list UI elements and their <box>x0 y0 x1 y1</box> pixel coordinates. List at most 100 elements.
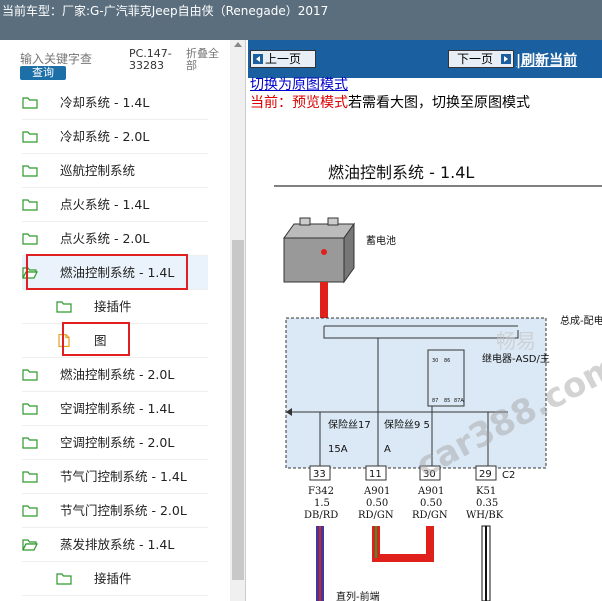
battery-label: 蓄电池 <box>366 234 396 247</box>
tree-item-label: 空调控制系统 - 2.0L <box>60 435 175 450</box>
pc-code: PC.147-33283 <box>129 47 172 72</box>
scroll-up-icon[interactable] <box>234 42 242 47</box>
tree-item[interactable]: 空调控制系统 - 1.4L <box>22 392 208 426</box>
tree-item-label: 冷却系统 - 2.0L <box>60 129 150 144</box>
wire-3-size: 0.50 <box>420 498 442 509</box>
tree-item-label: 节气门控制系统 - 2.0L <box>60 503 187 518</box>
pin-33-label: 33 <box>313 469 326 480</box>
tree-item-label: 巡航控制系统 <box>60 163 136 178</box>
tree-item-label: 点火系统 - 2.0L <box>60 231 150 246</box>
folder-icon <box>22 97 38 109</box>
tree-item[interactable]: 接插件 <box>22 562 208 596</box>
wire-2-color: RD/GN <box>358 510 394 521</box>
relay-pin-87a: 87A <box>454 398 464 404</box>
header-bar: 当前车型：厂家:G-广汽菲克Jeep自由侠（Renegade）2017 <box>0 0 602 40</box>
tree-item[interactable]: 冷却系统 - 2.0L <box>22 120 208 154</box>
highlight-box <box>62 322 130 356</box>
watermark-brand: 畅易 <box>496 329 536 353</box>
wire-3-color: RD/GN <box>412 510 448 521</box>
tree-item-label: 点火系统 - 1.4L <box>60 197 150 212</box>
wire-1-color: DB/RD <box>304 510 338 521</box>
wire-4-size: 0.35 <box>476 498 498 509</box>
tree-item[interactable]: 空调控制系统 - 2.0L <box>22 426 208 460</box>
folder-icon <box>22 199 38 211</box>
folder-icon <box>22 165 38 177</box>
next-page-button[interactable]: 下一页 <box>448 50 514 68</box>
wire-4-color: WH/BK <box>466 510 504 521</box>
arrow-left-icon <box>253 54 263 64</box>
tree-item[interactable]: 蒸发排放系统 - 1.4L <box>22 528 208 562</box>
pin-11-label: 11 <box>369 469 382 480</box>
tree-item[interactable]: 点火系统 - 1.4L <box>22 188 208 222</box>
wire-3-id: A901 <box>417 486 444 497</box>
vehicle-name: 厂家:G-广汽菲克Jeep自由侠（Renegade）2017 <box>62 4 329 18</box>
next-page-label: 下一页 <box>457 52 494 66</box>
highlight-box <box>26 254 188 290</box>
tree-item[interactable]: 巡航控制系统 <box>22 154 208 188</box>
module-label: 总成-配电 <box>560 314 602 327</box>
bottom-label: 直列-前端 <box>336 590 380 601</box>
search-input[interactable] <box>20 52 120 66</box>
wire-1-id: F342 <box>308 486 334 497</box>
fuse-17-amp: 15A <box>328 444 348 455</box>
wire-1-size: 1.5 <box>314 498 330 509</box>
wiring-diagram[interactable]: 燃油控制系统 - 1.4L 蓄电池 总成-配电 86 30 85 87 87A … <box>248 116 602 601</box>
folder-icon <box>22 437 38 449</box>
tree-item-label: 接插件 <box>94 571 132 586</box>
refresh-link[interactable]: |刷新当前 <box>516 50 577 70</box>
prev-page-label: 上一页 <box>265 52 302 66</box>
switch-original-link[interactable]: 切换为原图模式 <box>250 74 348 94</box>
folder-icon <box>22 403 38 415</box>
mode-suffix: 若需看大图，切换至原图模式 <box>348 95 530 111</box>
viewer: 上一页 下一页 |刷新当前 切换为原图模式 当前：预览模式若需看大图，切换至原图… <box>248 40 602 601</box>
tree-item[interactable]: 燃油控制系统 - 2.0L <box>22 358 208 392</box>
wire-2-size: 0.50 <box>366 498 388 509</box>
folder-icon <box>22 131 38 143</box>
tree-item-label: 接插件 <box>94 299 132 314</box>
folder-icon <box>22 471 38 483</box>
viewer-toolbar: 上一页 下一页 |刷新当前 <box>248 40 602 78</box>
tree-item[interactable]: 冷却系统 - 1.4L <box>22 86 208 120</box>
battery-icon <box>283 217 355 284</box>
fuse-9-label: 保险丝9 5 <box>384 418 430 431</box>
mode-prefix: 当前：预览模式 <box>250 95 348 111</box>
vehicle-prefix: 当前车型： <box>2 4 63 18</box>
tree-item[interactable]: 接插件 <box>22 290 208 324</box>
query-button[interactable]: 查询 <box>20 66 66 80</box>
tree-item[interactable]: 点火系统 - 2.0L <box>22 222 208 256</box>
relay-pin-86: 86 <box>444 358 450 364</box>
wire-a901-bridge <box>372 554 434 562</box>
relay-label: 继电器-ASD/主 <box>482 352 550 365</box>
connector-label: C2 <box>502 470 515 481</box>
battery-wire <box>320 282 328 318</box>
tree-item-label: 冷却系统 - 1.4L <box>60 95 150 110</box>
relay-pin-85: 85 <box>444 398 450 404</box>
folder-open-icon <box>22 539 38 551</box>
fuse-17-label: 保险丝17 <box>328 418 371 431</box>
tree-item-label: 蒸发排放系统 - 1.4L <box>60 537 175 552</box>
pin-29-label: 29 <box>479 469 492 480</box>
folder-icon <box>22 369 38 381</box>
relay-pin-30: 30 <box>432 358 438 364</box>
relay-pin-87: 87 <box>432 398 438 404</box>
collapse-all-link[interactable]: 折叠全部 <box>186 48 228 72</box>
diagram-title: 燃油控制系统 - 1.4L <box>328 163 474 182</box>
scroll-thumb[interactable] <box>232 240 244 580</box>
wire-4-id: K51 <box>476 486 496 497</box>
tree-item-label: 空调控制系统 - 1.4L <box>60 401 175 416</box>
folder-icon <box>56 573 72 585</box>
folder-icon <box>56 301 72 313</box>
search-area: 查询 PC.147-33283 折叠全部 <box>0 40 245 90</box>
folder-icon <box>22 505 38 517</box>
mode-status: 当前：预览模式若需看大图，切换至原图模式 <box>250 92 530 112</box>
tree-item[interactable]: 节气门控制系统 - 2.0L <box>22 494 208 528</box>
tree-item-label: 节气门控制系统 - 1.4L <box>60 469 187 484</box>
wire-2-id: A901 <box>363 486 390 497</box>
tree-item-label: 燃油控制系统 - 2.0L <box>60 367 175 382</box>
fuse-9-amp: A <box>384 444 391 455</box>
prev-page-button[interactable]: 上一页 <box>250 50 316 68</box>
sidebar: 查询 PC.147-33283 折叠全部 冷却系统 - 1.4L 冷却系统 - … <box>0 40 246 601</box>
tree-item[interactable]: 节气门控制系统 - 1.4L <box>22 460 208 494</box>
arrow-right-icon <box>501 54 511 64</box>
folder-icon <box>22 233 38 245</box>
